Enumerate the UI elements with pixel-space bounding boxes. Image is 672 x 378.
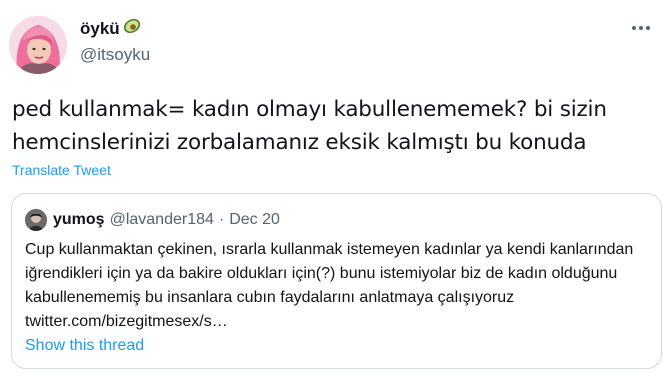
quoted-avatar [25,209,47,231]
quoted-display-name: yumoş [53,211,105,228]
avatar[interactable] [9,16,67,74]
show-thread-link[interactable]: Show this thread [25,337,144,355]
quoted-date: Dec 20 [229,211,280,228]
quoted-handle: @lavander184 [109,211,214,228]
quoted-tweet[interactable]: yumoş @lavander184 · Dec 20 Cup kullanma… [11,193,662,369]
author-name-row[interactable]: öykü [80,17,142,40]
quoted-separator: · [218,211,225,228]
translate-tweet-link[interactable]: Translate Tweet [12,162,111,178]
more-dot [639,26,643,30]
author-handle[interactable]: @itsoyku [80,45,150,65]
author-display-name[interactable]: öykü [80,19,120,39]
more-dot [632,26,636,30]
more-dot [646,26,650,30]
quoted-tweet-text: Cup kullanmaktan çekinen, ısrarla kullan… [25,241,634,330]
more-options-icon[interactable] [632,26,650,30]
tweet-text: ped kullanmak= kadın olmayı kabullenemem… [12,97,607,155]
quoted-tweet-header: yumoş @lavander184 · Dec 20 [25,209,280,231]
avocado-icon [122,17,142,40]
